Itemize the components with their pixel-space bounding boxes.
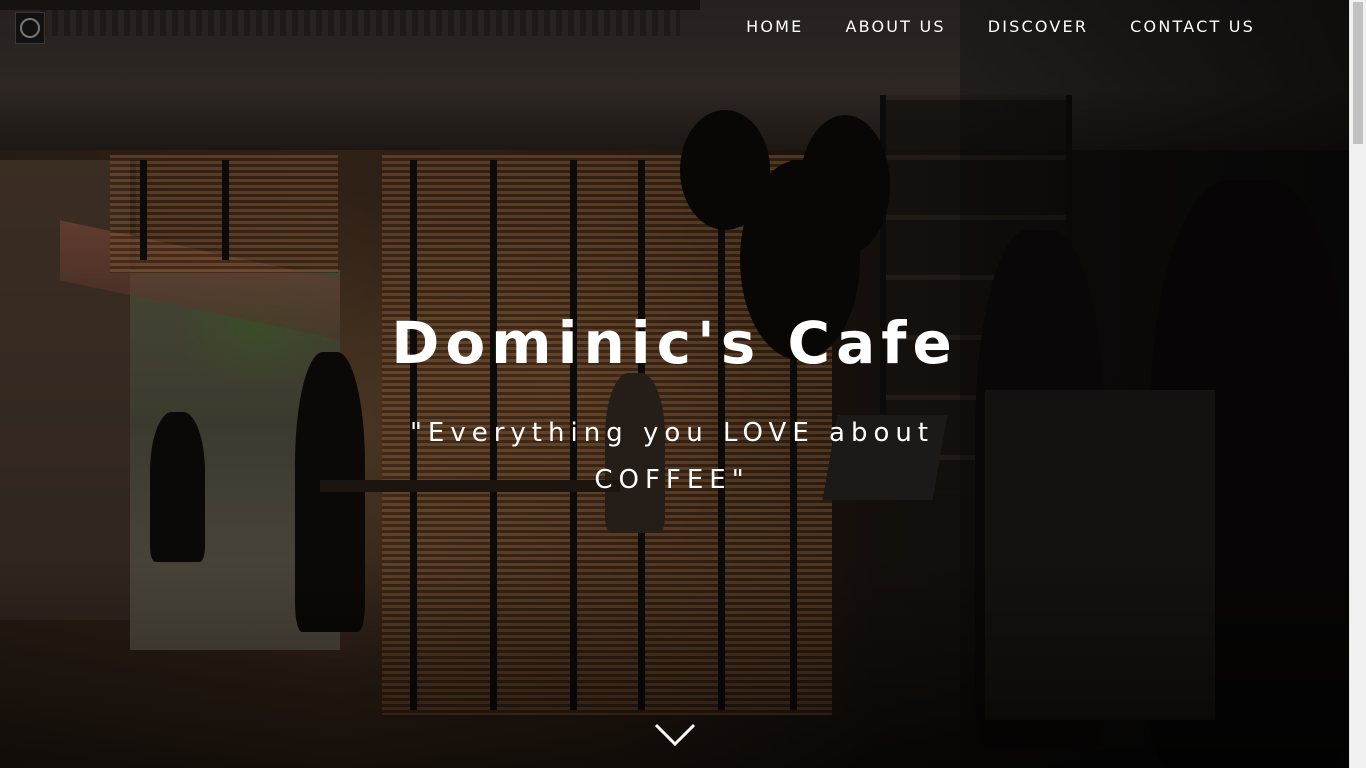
nav-item-home[interactable]: HOME xyxy=(704,17,803,37)
hero-background-image xyxy=(0,0,1349,768)
hero-tagline: "Everything you LOVE about COFFEE" xyxy=(409,418,935,495)
cafe-logo-icon[interactable] xyxy=(15,12,45,44)
main-nav: HOME ABOUT US DISCOVER CONTACT US xyxy=(704,17,1255,37)
scrollbar[interactable] xyxy=(1349,0,1366,768)
page: HOME ABOUT US DISCOVER CONTACT US Domini… xyxy=(0,0,1366,768)
chevron-down-icon[interactable] xyxy=(654,722,696,748)
dark-overlay xyxy=(0,0,1349,768)
logo-mark xyxy=(20,18,40,38)
nav-item-about-us[interactable]: ABOUT US xyxy=(803,17,945,37)
scrollbar-thumb[interactable] xyxy=(1353,2,1363,144)
nav-item-discover[interactable]: DISCOVER xyxy=(946,17,1088,37)
nav-item-contact-us[interactable]: CONTACT US xyxy=(1088,17,1255,37)
hero-title: Dominic's Cafe xyxy=(391,309,958,377)
